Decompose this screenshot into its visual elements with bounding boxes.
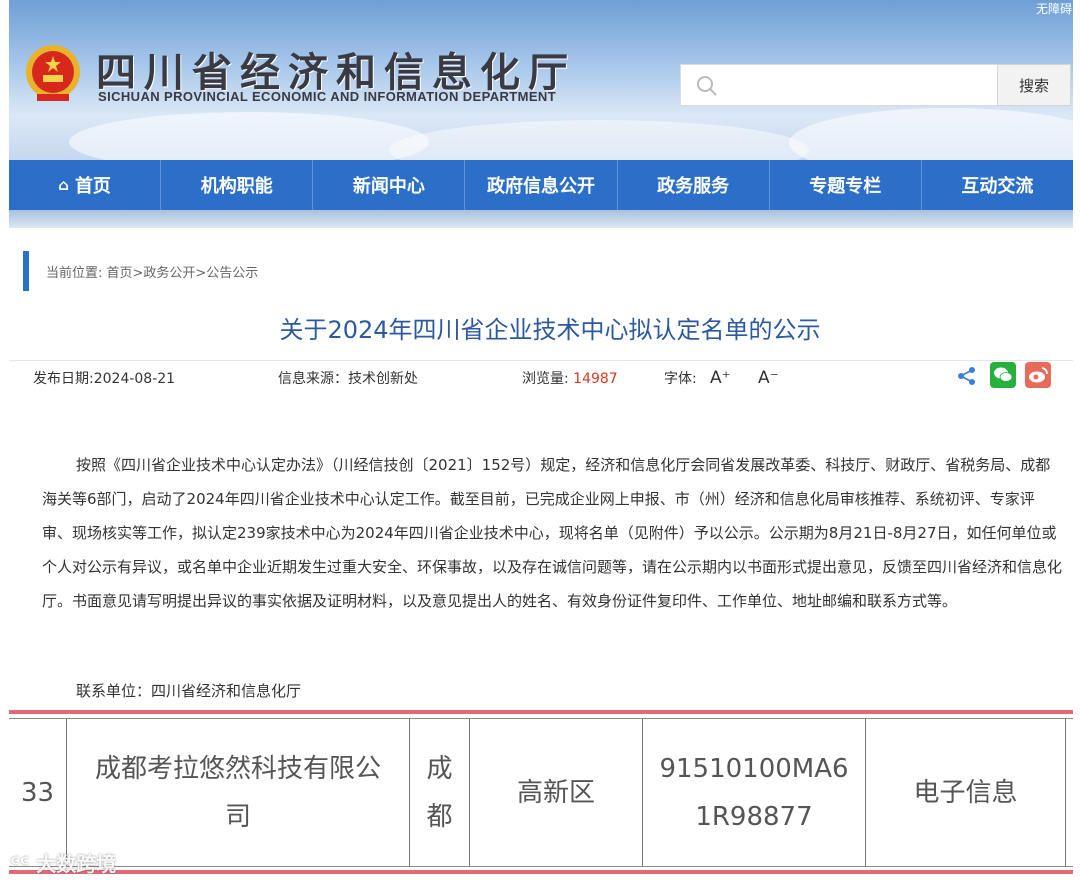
table-rule	[9, 870, 1073, 874]
banner-cloud	[69, 112, 429, 160]
share-icon[interactable]	[957, 366, 977, 386]
table-cell-credit-code: 91510100MA61R98877	[643, 719, 866, 866]
table-cell-industry: 电子信息	[866, 719, 1066, 866]
nav-item-services[interactable]: 政务服务	[618, 160, 770, 210]
table-cell-city: 成都	[410, 719, 470, 866]
weibo-share-icon[interactable]	[1025, 362, 1051, 388]
watermark: ᑦᑦ 大数跨境	[10, 852, 117, 876]
contact-unit: 联系单位：四川省经济和信息化厅	[76, 682, 302, 700]
font-decrease-button[interactable]: A⁻	[758, 368, 779, 388]
nav-item-news[interactable]: 新闻中心	[313, 160, 466, 210]
search-input[interactable]	[680, 64, 998, 106]
view-count-value: 14987	[573, 371, 618, 387]
site-subtitle-en: SICHUAN PROVINCIAL ECONOMIC AND INFORMAT…	[98, 89, 557, 104]
wechat-share-icon[interactable]	[990, 362, 1016, 388]
nav-item-organization[interactable]: 机构职能	[161, 160, 314, 210]
nav-item-label: 首页	[74, 176, 111, 197]
watermark-text: 大数跨境	[36, 852, 117, 876]
publish-date: 发布日期:2024-08-21	[33, 371, 176, 387]
table-rule	[9, 866, 1073, 867]
main-nav: ⌂ 首页 机构职能 新闻中心 政府信息公开 政务服务 专题专栏 互动交流	[9, 160, 1073, 210]
table-cell-district: 高新区	[470, 719, 643, 866]
nav-underbar	[9, 210, 1073, 228]
breadcrumb-accent	[23, 251, 29, 291]
banner-cloud	[789, 108, 1073, 160]
nav-item-topics[interactable]: 专题专栏	[770, 160, 922, 210]
nav-item-interaction[interactable]: 互动交流	[922, 160, 1073, 210]
view-count-label: 浏览量:	[522, 371, 574, 387]
banner-cloud	[389, 120, 809, 160]
national-emblem-icon	[26, 45, 80, 101]
article-body: 按照《四川省企业技术中心认定办法》（川经信技创〔2021〕152号）规定，经济和…	[42, 456, 1063, 610]
nav-item-home[interactable]: ⌂ 首页	[9, 160, 162, 210]
home-icon: ⌂	[58, 176, 69, 194]
info-source: 信息来源：技术创新处	[278, 371, 418, 387]
font-increase-button[interactable]: A⁺	[710, 368, 731, 388]
font-size-label: 字体:	[664, 371, 697, 387]
table-cell-index: 33	[9, 719, 67, 866]
nav-item-gov-info[interactable]: 政府信息公开	[465, 160, 618, 210]
page-title: 关于2024年四川省企业技术中心拟认定名单的公示	[279, 316, 821, 344]
view-count: 浏览量: 14987	[522, 368, 618, 388]
search-button[interactable]: 搜索	[997, 64, 1071, 106]
breadcrumb[interactable]: 当前位置: 首页>政务公开>公告公示	[46, 262, 258, 281]
search-icon	[697, 76, 717, 96]
divider	[9, 360, 1073, 361]
table-cell-company: 成都考拉悠然科技有限公司	[67, 719, 410, 866]
table-rule	[9, 710, 1073, 714]
accessibility-link[interactable]: 无障碍	[1036, 0, 1072, 17]
